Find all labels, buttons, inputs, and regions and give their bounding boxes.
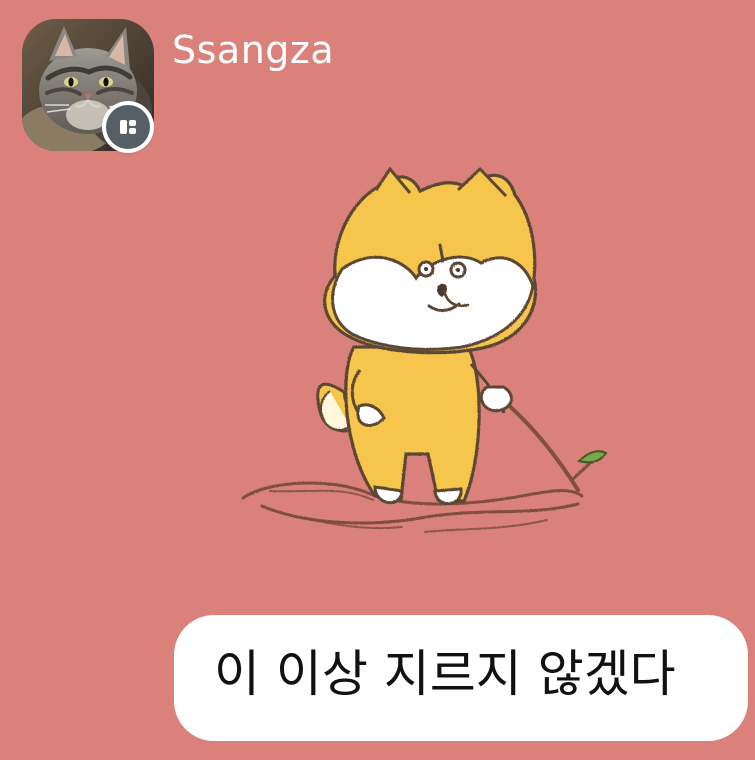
- chat-screen: Ssangza 이 이상 지르지 않겠다: [0, 0, 755, 760]
- sender-avatar[interactable]: [22, 19, 154, 153]
- profile-badge-background: [106, 105, 150, 149]
- message-bubble[interactable]: 이 이상 지르지 않겠다: [174, 615, 748, 741]
- message-text: 이 이상 지르지 않겠다: [214, 645, 676, 703]
- sender-name: Ssangza: [172, 28, 335, 72]
- profile-badge-icon: [120, 120, 136, 134]
- profile-badge: [102, 101, 154, 153]
- dog-sticker[interactable]: [230, 160, 620, 555]
- dog-sticker-image: [241, 166, 608, 533]
